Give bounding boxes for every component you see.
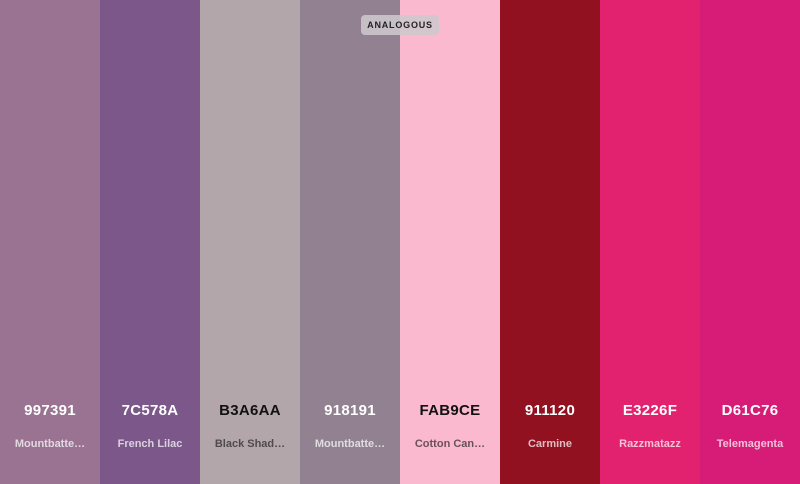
color-swatch-5[interactable]: FAB9CE Cotton Can… xyxy=(400,0,500,484)
color-palette: 997391 Mountbatte… 7C578A French Lilac B… xyxy=(0,0,800,484)
color-swatch-3[interactable]: B3A6AA Black Shad… xyxy=(200,0,300,484)
color-name: Black Shad… xyxy=(214,438,286,450)
color-swatch-7[interactable]: E3226F Razzmatazz xyxy=(600,0,700,484)
color-name: Carmine xyxy=(527,438,573,450)
color-swatch-8[interactable]: D61C76 Telemagenta xyxy=(700,0,800,484)
hex-code[interactable]: 997391 xyxy=(0,402,100,419)
hex-code[interactable]: E3226F xyxy=(600,402,700,419)
hex-code[interactable]: 911120 xyxy=(500,402,600,419)
color-swatch-2[interactable]: 7C578A French Lilac xyxy=(100,0,200,484)
hex-code[interactable]: 918191 xyxy=(300,402,400,419)
color-swatch-6[interactable]: 911120 Carmine xyxy=(500,0,600,484)
hex-code[interactable]: 7C578A xyxy=(100,402,200,419)
color-name: Cotton Can… xyxy=(414,438,486,450)
color-swatch-1[interactable]: 997391 Mountbatte… xyxy=(0,0,100,484)
color-name: Telemagenta xyxy=(716,438,784,450)
hex-code[interactable]: D61C76 xyxy=(700,402,800,419)
color-name: Mountbatte… xyxy=(314,438,386,450)
color-name: Mountbatte… xyxy=(14,438,86,450)
color-swatch-4[interactable]: 918191 Mountbatte… xyxy=(300,0,400,484)
scheme-type-badge: ANALOGOUS xyxy=(361,15,439,35)
color-name: Razzmatazz xyxy=(619,438,681,450)
hex-code[interactable]: B3A6AA xyxy=(200,402,300,419)
color-name: French Lilac xyxy=(117,438,183,450)
hex-code[interactable]: FAB9CE xyxy=(400,402,500,419)
